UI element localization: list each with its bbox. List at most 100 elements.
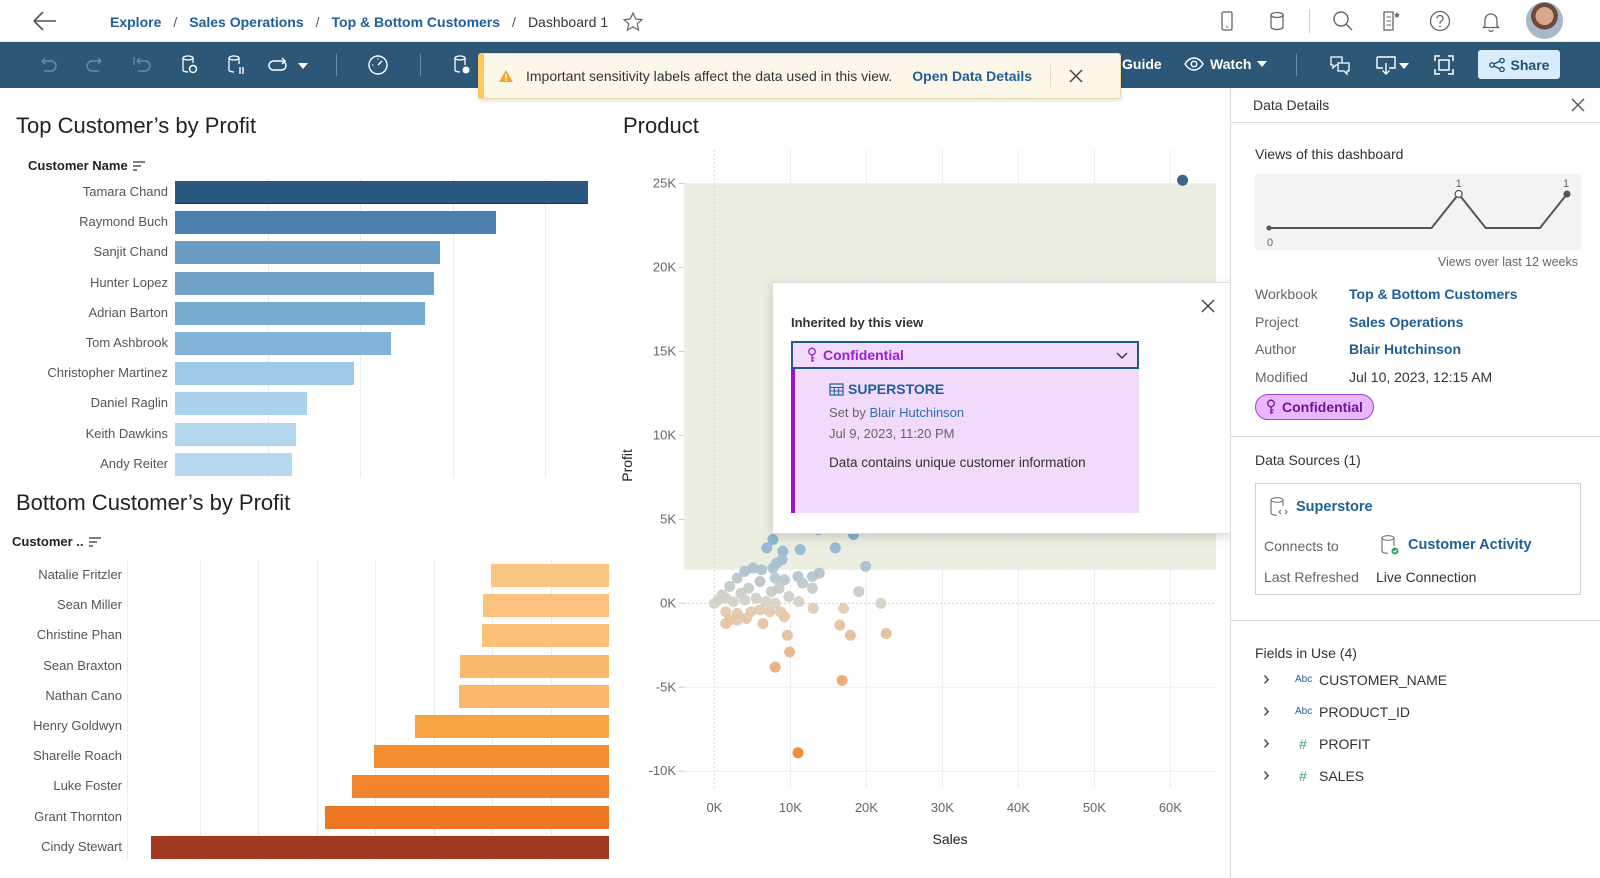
- bar[interactable]: [414, 715, 609, 738]
- sort-icon[interactable]: [132, 160, 146, 172]
- data-point[interactable]: [793, 596, 805, 608]
- data-point[interactable]: [754, 604, 766, 616]
- refresh-data-icon[interactable]: [177, 53, 201, 77]
- data-point[interactable]: [792, 747, 804, 759]
- chevron-right-icon[interactable]: ›: [1263, 700, 1275, 723]
- bar[interactable]: [351, 775, 609, 799]
- data-point[interactable]: [769, 661, 781, 673]
- data-point[interactable]: [853, 586, 865, 598]
- data-point[interactable]: [731, 572, 743, 584]
- data-source-link[interactable]: Superstore: [1268, 496, 1373, 518]
- data-point[interactable]: [880, 628, 892, 640]
- open-data-details-link[interactable]: Open Data Details: [912, 68, 1032, 84]
- chevron-right-icon[interactable]: ›: [1263, 732, 1275, 755]
- bar[interactable]: [175, 452, 293, 476]
- replay-icon[interactable]: [266, 53, 290, 77]
- data-source-icon[interactable]: [1265, 9, 1289, 33]
- data-point[interactable]: [754, 575, 766, 587]
- data-point[interactable]: [781, 629, 793, 641]
- download-icon[interactable]: [1374, 53, 1398, 77]
- data-point[interactable]: [740, 612, 752, 624]
- data-point[interactable]: [727, 596, 739, 608]
- bar[interactable]: [481, 624, 609, 648]
- full-screen-icon[interactable]: [1432, 53, 1456, 77]
- close-icon[interactable]: [1067, 67, 1085, 85]
- confidential-label-pill[interactable]: Confidential: [1255, 394, 1374, 420]
- data-point[interactable]: [806, 570, 818, 582]
- performance-gauge-icon[interactable]: [366, 53, 390, 77]
- bar[interactable]: [175, 241, 440, 265]
- data-point[interactable]: [834, 619, 846, 631]
- breadcrumb-sales-operations[interactable]: Sales Operations: [189, 14, 303, 30]
- bar[interactable]: [175, 271, 434, 295]
- bar[interactable]: [175, 362, 355, 386]
- data-point[interactable]: [844, 629, 856, 641]
- field-item[interactable]: › Abc PRODUCT_ID: [1263, 700, 1410, 723]
- breadcrumb-workbook[interactable]: Top & Bottom Customers: [332, 14, 501, 30]
- bar[interactable]: [175, 332, 392, 355]
- help-icon[interactable]: [1428, 9, 1452, 33]
- bar[interactable]: [459, 654, 609, 678]
- chevron-right-icon[interactable]: ›: [1263, 764, 1275, 787]
- close-icon[interactable]: [1570, 97, 1586, 113]
- data-point[interactable]: [769, 572, 781, 584]
- favorite-star-icon[interactable]: [622, 11, 644, 33]
- data-point[interactable]: [767, 562, 779, 574]
- bar[interactable]: [175, 181, 589, 204]
- data-point[interactable]: [838, 602, 850, 614]
- comments-icon[interactable]: [1328, 53, 1352, 77]
- data-point[interactable]: [797, 577, 809, 589]
- field-item[interactable]: › Abc CUSTOMER_NAME: [1263, 668, 1447, 691]
- breadcrumb-explore[interactable]: Explore: [110, 14, 161, 30]
- search-icon[interactable]: [1331, 9, 1355, 33]
- data-point[interactable]: [836, 675, 848, 687]
- bar[interactable]: [175, 422, 297, 446]
- bar[interactable]: [175, 211, 496, 235]
- data-point[interactable]: [764, 606, 776, 618]
- bar[interactable]: [324, 805, 609, 829]
- connected-database-link[interactable]: Customer Activity: [1380, 534, 1532, 556]
- data-point[interactable]: [1177, 174, 1189, 186]
- set-by-user-link[interactable]: Blair Hutchinson: [869, 405, 964, 420]
- undo-icon[interactable]: [36, 53, 60, 77]
- close-icon[interactable]: [1199, 297, 1217, 315]
- download-dropdown-icon[interactable]: [1398, 53, 1410, 77]
- data-point[interactable]: [784, 646, 796, 658]
- data-point[interactable]: [773, 582, 785, 594]
- data-point[interactable]: [761, 542, 773, 554]
- watch-button[interactable]: Watch: [1184, 56, 1268, 72]
- user-avatar[interactable]: [1526, 2, 1563, 39]
- data-source-status-icon[interactable]: [450, 53, 474, 77]
- field-item[interactable]: › # SALES: [1263, 764, 1364, 787]
- metadata-link[interactable]: Top & Bottom Customers: [1349, 286, 1518, 302]
- bar[interactable]: [482, 594, 609, 618]
- bar[interactable]: [175, 392, 307, 416]
- data-point[interactable]: [806, 582, 818, 594]
- field-item[interactable]: › # PROFIT: [1263, 732, 1370, 755]
- data-guide-button[interactable]: Guide: [1122, 56, 1162, 72]
- bar[interactable]: [151, 835, 609, 859]
- notifications-bell-icon[interactable]: [1479, 9, 1503, 33]
- metadata-link[interactable]: Blair Hutchinson: [1349, 341, 1461, 357]
- data-point[interactable]: [750, 592, 762, 604]
- device-preview-icon[interactable]: [1215, 9, 1239, 33]
- top-customers-column-header[interactable]: Customer Name: [28, 158, 146, 173]
- data-point[interactable]: [783, 591, 795, 603]
- data-point[interactable]: [720, 617, 732, 629]
- chevron-right-icon[interactable]: ›: [1263, 668, 1275, 691]
- bottom-customers-column-header[interactable]: Customer ..: [12, 534, 102, 549]
- replay-dropdown-icon[interactable]: [296, 53, 310, 77]
- data-point[interactable]: [757, 617, 769, 629]
- bar[interactable]: [373, 745, 609, 769]
- data-point[interactable]: [860, 560, 872, 572]
- bar[interactable]: [491, 564, 609, 587]
- data-point[interactable]: [829, 542, 841, 554]
- redo-icon[interactable]: [83, 53, 107, 77]
- data-point[interactable]: [807, 602, 819, 614]
- sort-icon[interactable]: [88, 536, 102, 548]
- metadata-link[interactable]: Sales Operations: [1349, 314, 1463, 330]
- data-point[interactable]: [739, 594, 751, 606]
- pause-updates-icon[interactable]: [224, 53, 248, 77]
- data-point[interactable]: [775, 606, 787, 618]
- back-arrow-icon[interactable]: [30, 8, 58, 34]
